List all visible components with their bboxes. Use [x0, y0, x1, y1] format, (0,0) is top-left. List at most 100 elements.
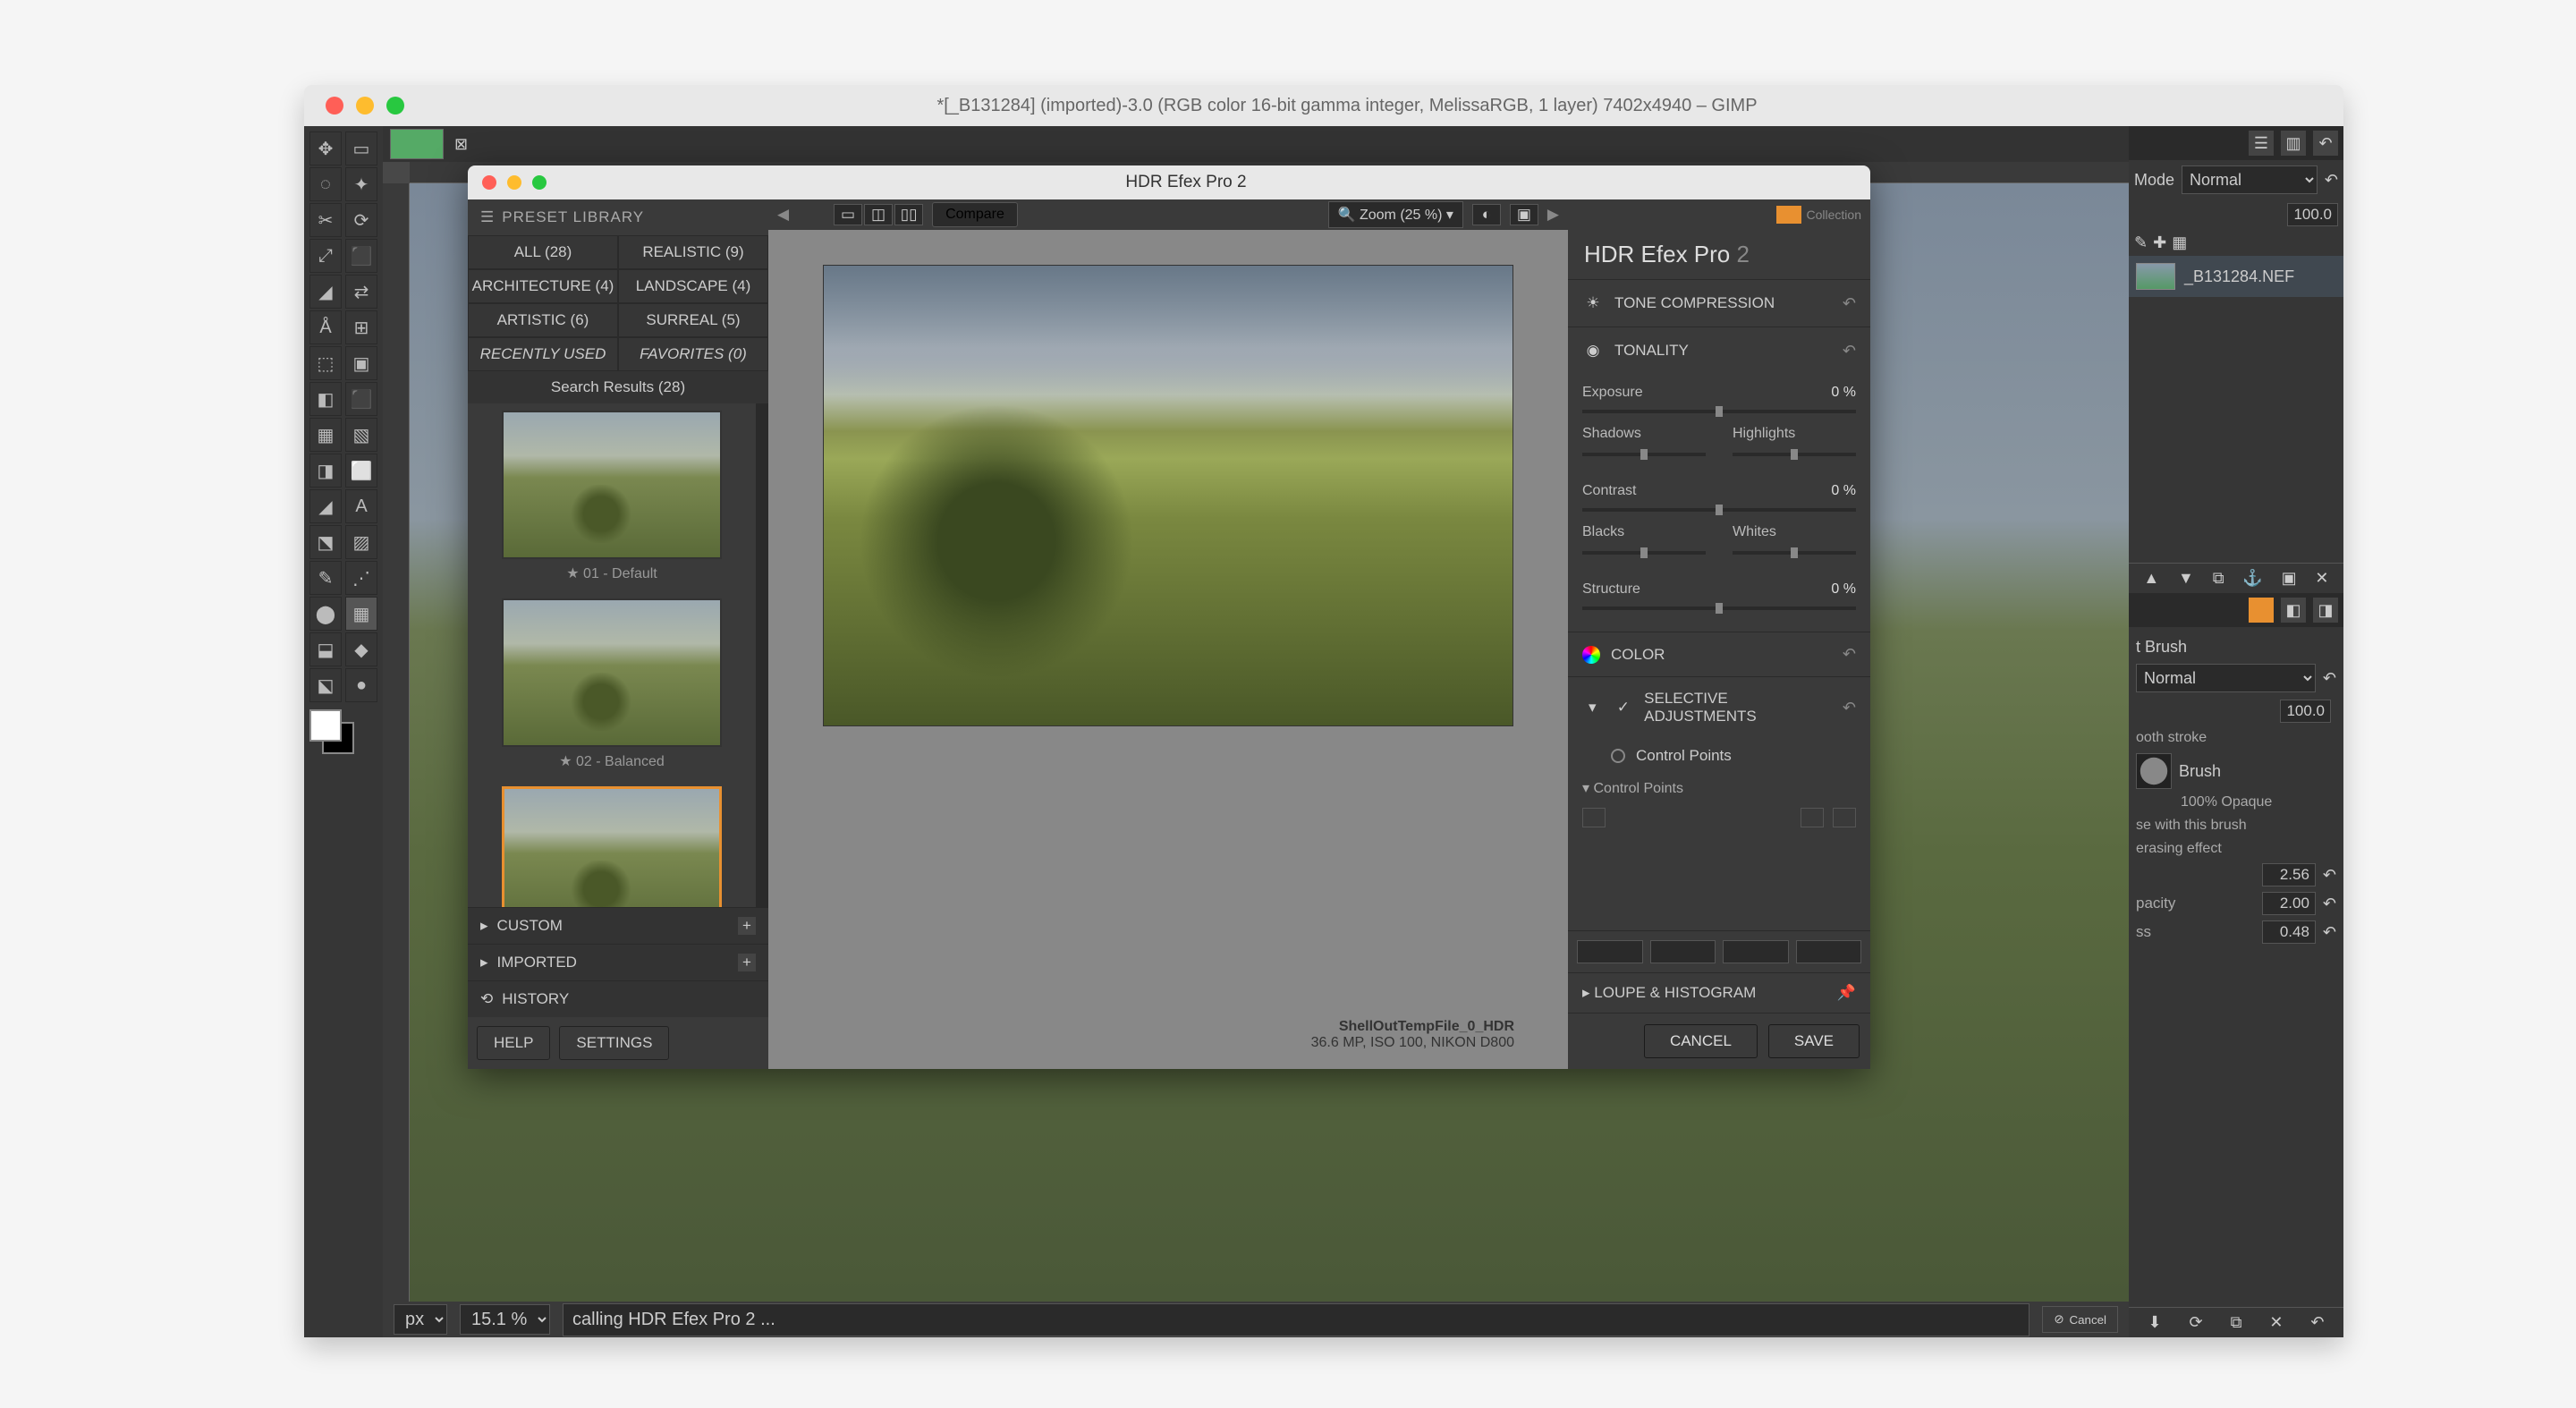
path-tool[interactable]: ✎ — [309, 561, 342, 595]
reset-icon[interactable]: ↶ — [1843, 294, 1856, 313]
minimize-window-button[interactable] — [356, 97, 374, 115]
preset-thumb[interactable] — [502, 598, 722, 747]
flip-tool[interactable]: ⇄ — [345, 275, 377, 309]
cancel-operation-button[interactable]: ⊘Cancel — [2042, 1306, 2118, 1333]
layer-mode-select[interactable]: Normal — [2182, 165, 2318, 194]
text-tool[interactable]: ⬚ — [309, 346, 342, 380]
control-points-row[interactable]: Control Points — [1568, 738, 1870, 774]
filter-all[interactable]: ALL (28) — [468, 235, 618, 269]
preview-image[interactable] — [824, 266, 1513, 725]
size-reset-icon[interactable]: ↶ — [2323, 866, 2336, 885]
add-custom-icon[interactable]: + — [738, 917, 756, 935]
bg-color-button[interactable]: ◐ — [1472, 204, 1501, 225]
hdr-minimize-button[interactable] — [507, 175, 521, 190]
side-view-button[interactable]: ▯▯ — [894, 204, 923, 225]
hdr-close-button[interactable] — [482, 175, 496, 190]
layer-opacity-value[interactable]: 100.0 — [2287, 203, 2338, 226]
picker-tool[interactable]: ⬤ — [309, 597, 342, 631]
brush-preview[interactable] — [2136, 753, 2172, 789]
tone-compression-header[interactable]: ☀ TONE COMPRESSION ↶ — [1568, 280, 1870, 327]
exposure-slider[interactable] — [1582, 410, 1856, 413]
duplicate-layer-icon[interactable]: ⧉ — [2213, 569, 2224, 588]
brush-tab-icon[interactable] — [2249, 598, 2274, 623]
active-tool[interactable]: ▦ — [345, 597, 377, 631]
gradient-tool[interactable]: ◧ — [309, 382, 342, 416]
custom-section[interactable]: ▸ CUSTOM + — [468, 907, 768, 944]
lower-layer-icon[interactable]: ▼ — [2178, 569, 2194, 588]
perspective-tool[interactable]: ◢ — [309, 275, 342, 309]
tool-16a[interactable]: ⬕ — [309, 668, 342, 702]
whites-slider[interactable] — [1733, 551, 1856, 555]
measure-tool[interactable]: Å — [309, 310, 342, 344]
tonality-header[interactable]: ◉ TONALITY ↶ — [1568, 327, 1870, 374]
filter-favorites[interactable]: FAVORITES (0) — [618, 337, 768, 371]
brush-mode-reset-icon[interactable]: ↶ — [2323, 669, 2336, 688]
tool-16b[interactable]: ● — [345, 668, 377, 702]
brush-size-value[interactable]: 2.56 — [2262, 863, 2316, 886]
eraser-tool[interactable]: ▧ — [345, 418, 377, 452]
lasso-tool[interactable]: ◌ — [309, 167, 342, 201]
filter-landscape[interactable]: LANDSCAPE (4) — [618, 269, 768, 303]
filter-architecture[interactable]: ARCHITECTURE (4) — [468, 269, 618, 303]
preset-thumb-selected[interactable] — [502, 786, 722, 907]
raise-layer-icon[interactable]: ▲ — [2143, 569, 2159, 588]
move-tool[interactable]: ✥ — [309, 131, 342, 165]
tab-close-icon[interactable]: ⊠ — [451, 131, 471, 157]
color-swatches[interactable] — [309, 709, 354, 754]
close-window-button[interactable] — [326, 97, 343, 115]
preset-list[interactable]: ★ 01 - Default ★ 02 - Balanced ★ 03 - De… — [468, 403, 756, 907]
filter-realistic[interactable]: REALISTIC (9) — [618, 235, 768, 269]
action-btn-4[interactable] — [1796, 940, 1862, 963]
lock-alpha-icon[interactable]: ▦ — [2172, 233, 2187, 252]
action-btn-3[interactable] — [1723, 940, 1789, 963]
filter-recent[interactable]: RECENTLY USED — [468, 337, 618, 371]
hamburger-icon[interactable]: ☰ — [480, 208, 495, 226]
brush-opacity-value[interactable]: 100.0 — [2280, 700, 2331, 723]
tool-15a[interactable]: ⬓ — [309, 632, 342, 666]
reset-icon[interactable]: ↶ — [1843, 645, 1856, 664]
adjustments-scroll[interactable]: ☀ TONE COMPRESSION ↶ ◉ TONALITY ↶ Exposu… — [1568, 279, 1870, 930]
control-point-radio[interactable] — [1611, 749, 1625, 763]
filter-surreal[interactable]: SURREAL (5) — [618, 303, 768, 337]
preset-item[interactable]: ★ 02 - Balanced — [475, 598, 749, 776]
split-view-button[interactable]: ◫ — [864, 204, 893, 225]
rotate-tool[interactable]: ⟳ — [345, 203, 377, 237]
compare-button[interactable]: Compare — [932, 202, 1018, 227]
unit-select[interactable]: px — [394, 1304, 447, 1335]
crop-tool[interactable]: ✂ — [309, 203, 342, 237]
settings-button[interactable]: SETTINGS — [559, 1026, 669, 1060]
dup-icon[interactable]: ⧉ — [2231, 1313, 2242, 1332]
contrast-slider[interactable] — [1582, 508, 1856, 512]
cp-add-icon[interactable] — [1582, 808, 1606, 827]
ss-value[interactable]: 0.48 — [2262, 920, 2316, 944]
reset-icon[interactable]: ↶ — [1843, 342, 1856, 360]
save-button[interactable]: SAVE — [1768, 1024, 1860, 1058]
fg-color[interactable] — [309, 709, 342, 742]
wand-tool[interactable]: ✦ — [345, 167, 377, 201]
layers-tab-icon[interactable]: ☰ — [2249, 131, 2274, 156]
filter-artistic[interactable]: ARTISTIC (6) — [468, 303, 618, 337]
undo-icon[interactable]: ↶ — [2310, 1313, 2324, 1332]
reset-icon[interactable]: ↶ — [1843, 699, 1856, 717]
select-tool[interactable]: ▭ — [345, 131, 377, 165]
hdr-maximize-button[interactable] — [532, 175, 547, 190]
mode-reset-icon[interactable]: ↶ — [2325, 171, 2338, 190]
pacity-reset-icon[interactable]: ↶ — [2323, 895, 2336, 913]
zoom-tool[interactable]: ⋰ — [345, 561, 377, 595]
panel-toggle-button[interactable]: ▣ — [1510, 204, 1538, 225]
highlights-slider[interactable] — [1733, 453, 1856, 456]
scale-tool[interactable]: ⤢ — [309, 239, 342, 273]
action-btn-1[interactable] — [1577, 940, 1643, 963]
collapse-left-icon[interactable]: ◀ — [777, 206, 789, 224]
gradient-tab-icon[interactable]: ◨ — [2313, 598, 2338, 623]
cp-ungroup-icon[interactable] — [1833, 808, 1856, 827]
lock-pixels-icon[interactable]: ✎ — [2134, 233, 2148, 252]
reload-icon[interactable]: ⟳ — [2190, 1313, 2203, 1332]
heal-tool[interactable]: A — [345, 489, 377, 523]
imported-section[interactable]: ▸ IMPORTED + — [468, 944, 768, 980]
preview-area[interactable]: ShellOutTempFile_0_HDR 36.6 MP, ISO 100,… — [768, 230, 1568, 1069]
airbrush-tool[interactable]: ◨ — [309, 454, 342, 488]
pattern-tab-icon[interactable]: ◧ — [2281, 598, 2306, 623]
preset-item[interactable]: ★ 03 - Deep 1 — [475, 786, 749, 907]
single-view-button[interactable]: ▭ — [834, 204, 862, 225]
